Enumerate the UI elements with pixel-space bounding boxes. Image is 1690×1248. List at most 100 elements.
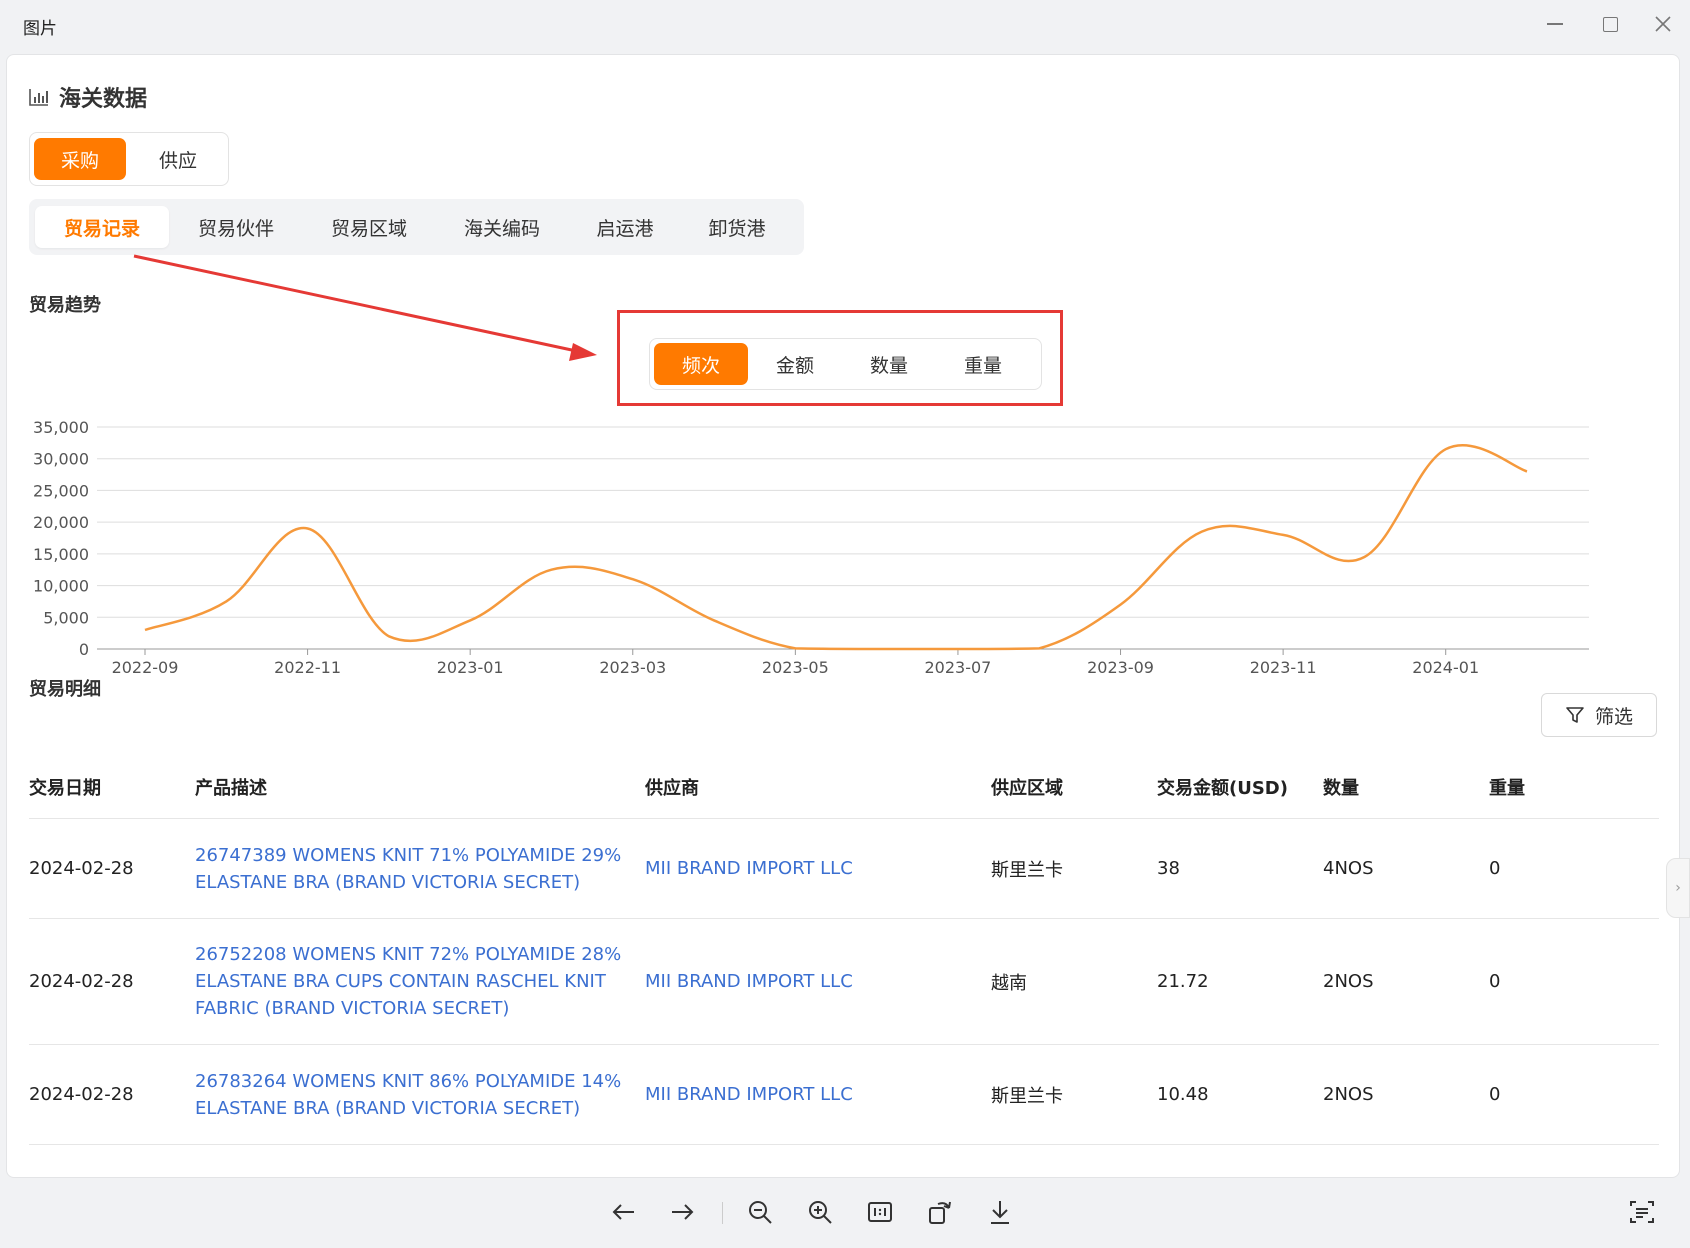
trade-amount: 10.48 (1157, 1084, 1209, 1105)
maximize-button[interactable] (1590, 6, 1630, 42)
x-tick-label: 2024-01 (1412, 658, 1479, 677)
main-card: 海关数据 采购 供应 贸易记录 贸易伙伴 贸易区域 海关编码 启运港 卸货港 贸… (6, 54, 1680, 1178)
trade-weight: 0 (1489, 858, 1501, 879)
table-row: 2024-02-28 26783264 WOMENS KNIT 86% POLY… (29, 1045, 1659, 1145)
trade-quantity: 4NOS (1323, 858, 1374, 879)
supply-region: 越南 (991, 972, 1027, 994)
ocr-text-button[interactable] (1620, 1190, 1664, 1234)
trade-detail-table: 交易日期 产品描述 供应商 供应区域 交易金额(USD) 数量 重量 2024-… (29, 755, 1659, 1145)
trade-weight: 0 (1489, 1084, 1501, 1105)
trend-title: 贸易趋势 (29, 295, 101, 316)
x-tick-label: 2023-09 (1087, 658, 1154, 677)
column-header[interactable]: 重量 (1489, 774, 1639, 800)
side-expand-handle[interactable]: › (1666, 858, 1690, 918)
column-header[interactable]: 供应商 (645, 774, 991, 800)
x-tick-label: 2023-05 (762, 658, 829, 677)
tab-hs-codes[interactable]: 海关编码 (435, 206, 569, 248)
toolbar-divider (722, 1202, 723, 1224)
trade-date: 2024-02-28 (29, 971, 134, 992)
window-titlebar: 图片 (0, 0, 1690, 52)
trend-series-line (144, 443, 1528, 651)
close-icon (1655, 16, 1671, 32)
text-recognition-icon (1630, 1201, 1654, 1223)
maximize-icon (1602, 16, 1618, 32)
window-title: 图片 (23, 19, 57, 39)
page-title: 海关数据 (59, 87, 148, 112)
y-tick-label: 25,000 (33, 481, 89, 500)
column-header[interactable]: 产品描述 (195, 774, 645, 800)
supply-region: 斯里兰卡 (991, 859, 1063, 881)
column-header[interactable]: 数量 (1323, 774, 1489, 800)
x-tick-label: 2023-07 (925, 658, 992, 677)
zoom-out-button[interactable] (738, 1190, 782, 1234)
download-button[interactable] (978, 1190, 1022, 1234)
filter-icon (1566, 707, 1584, 723)
supply-region: 斯里兰卡 (991, 1085, 1063, 1107)
y-tick-label: 35,000 (33, 418, 89, 437)
metric-option-quantity[interactable]: 数量 (842, 343, 936, 385)
mode-option-purchase[interactable]: 采购 (34, 138, 126, 180)
detail-title: 贸易明细 (29, 679, 101, 700)
y-tick-label: 0 (79, 640, 89, 659)
trade-quantity: 2NOS (1323, 971, 1374, 992)
product-description-link[interactable]: 26783264 WOMENS KNIT 86% POLYAMIDE 14% E… (195, 1068, 645, 1122)
filter-label: 筛选 (1594, 705, 1633, 728)
tab-destination-ports[interactable]: 卸货港 (681, 206, 793, 248)
column-header[interactable]: 供应区域 (991, 774, 1157, 800)
supplier-link[interactable]: MII BRAND IMPORT LLC (645, 855, 991, 882)
download-icon (991, 1201, 1009, 1224)
category-tabs: 贸易记录 贸易伙伴 贸易区域 海关编码 启运港 卸货港 (29, 199, 804, 255)
x-tick-label: 2023-01 (437, 658, 504, 677)
y-tick-label: 30,000 (33, 450, 89, 469)
tab-trade-regions[interactable]: 贸易区域 (303, 206, 435, 248)
close-button[interactable] (1643, 6, 1683, 42)
tab-trade-partners[interactable]: 贸易伙伴 (169, 206, 303, 248)
zoom-in-button[interactable] (798, 1190, 842, 1234)
trend-chart: 0 5,000 10,000 15,000 20,000 25,000 30,000 35,0… (33, 418, 1589, 677)
trade-amount: 21.72 (1157, 971, 1209, 992)
bar-chart-icon (29, 89, 48, 106)
previous-button[interactable] (602, 1190, 646, 1234)
page-header: 海关数据 (29, 81, 147, 113)
chevron-right-icon: › (1675, 880, 1681, 896)
supplier-link[interactable]: MII BRAND IMPORT LLC (645, 968, 991, 995)
viewer-toolbar (0, 1178, 1690, 1248)
product-description-link[interactable]: 26747389 WOMENS KNIT 71% POLYAMIDE 29% E… (195, 842, 645, 896)
metric-toggle: 频次 金额 数量 重量 (649, 338, 1042, 390)
product-description-link[interactable]: 26752208 WOMENS KNIT 72% POLYAMIDE 28% E… (195, 941, 645, 1022)
mode-toggle: 采购 供应 (29, 132, 229, 186)
mode-option-supply[interactable]: 供应 (132, 138, 224, 180)
trade-quantity: 2NOS (1323, 1084, 1374, 1105)
metric-option-frequency[interactable]: 频次 (654, 343, 748, 385)
actual-size-icon (868, 1202, 892, 1222)
table-row: 2024-02-28 26747389 WOMENS KNIT 71% POLY… (29, 819, 1659, 919)
minimize-button[interactable] (1535, 6, 1575, 42)
y-tick-label: 15,000 (33, 545, 89, 564)
arrow-right-icon (672, 1204, 694, 1220)
actual-size-button[interactable] (858, 1190, 902, 1234)
zoom-out-icon (749, 1201, 772, 1224)
y-tick-label: 10,000 (33, 577, 89, 596)
tab-trade-records[interactable]: 贸易记录 (35, 206, 169, 248)
trade-weight: 0 (1489, 971, 1501, 992)
trade-date: 2024-02-28 (29, 858, 134, 879)
trade-amount: 38 (1157, 858, 1180, 879)
table-header: 交易日期 产品描述 供应商 供应区域 交易金额(USD) 数量 重量 (29, 755, 1659, 819)
table-row: 2024-02-28 26752208 WOMENS KNIT 72% POLY… (29, 919, 1659, 1045)
rotate-button[interactable] (918, 1190, 962, 1234)
filter-button[interactable]: 筛选 (1541, 693, 1657, 737)
supplier-link[interactable]: MII BRAND IMPORT LLC (645, 1081, 991, 1108)
x-tick-label: 2022-11 (274, 658, 341, 677)
minimize-icon (1547, 23, 1563, 25)
tab-origin-ports[interactable]: 启运港 (569, 206, 681, 248)
next-button[interactable] (660, 1190, 704, 1234)
rotate-icon (929, 1201, 951, 1224)
metric-option-weight[interactable]: 重量 (936, 343, 1030, 385)
x-tick-label: 2023-11 (1250, 658, 1317, 677)
arrow-left-icon (612, 1204, 634, 1220)
trade-date: 2024-02-28 (29, 1084, 134, 1105)
column-header[interactable]: 交易金额(USD) (1157, 774, 1323, 800)
metric-option-amount[interactable]: 金额 (748, 343, 842, 385)
column-header[interactable]: 交易日期 (29, 774, 195, 800)
x-tick-label: 2022-09 (112, 658, 179, 677)
